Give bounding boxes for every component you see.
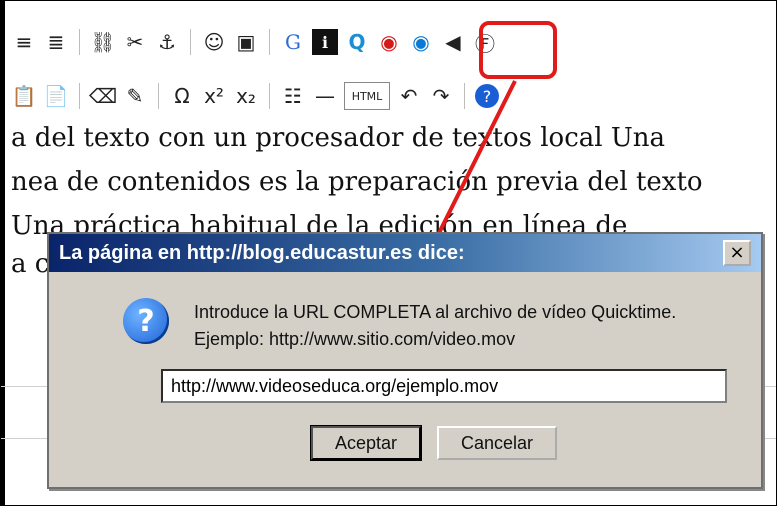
close-icon[interactable]: × xyxy=(723,240,751,266)
dialog-titlebar[interactable]: La página en http://blog.educastur.es di… xyxy=(49,234,761,272)
accept-button[interactable]: Aceptar xyxy=(310,425,422,461)
editor-window: ≡ ≣ ⛓ ✂ ⚓ ☺ ▣ Gℹ Q ◉ ◉ ◀ Ⓕ 📋 📄 ⌫ ✎ Ωx² x₂ ☷ — HTML ↶ ↷? a del … xyxy=(0,0,777,506)
prompt-dialog: La página en http://blog.educastur.es di… xyxy=(47,232,763,489)
url-input[interactable] xyxy=(161,369,727,403)
dialog-title: La página en http://blog.educastur.es di… xyxy=(59,241,465,264)
dialog-message: Introduce la URL COMPLETA al archivo de … xyxy=(194,302,676,356)
message-line-2: Ejemplo: http://www.sitio.com/video.mov xyxy=(194,329,516,349)
cancel-button[interactable]: Cancelar xyxy=(437,426,557,460)
question-icon: ? xyxy=(123,298,169,344)
message-line-1: Introduce la URL COMPLETA al archivo de … xyxy=(194,302,677,322)
